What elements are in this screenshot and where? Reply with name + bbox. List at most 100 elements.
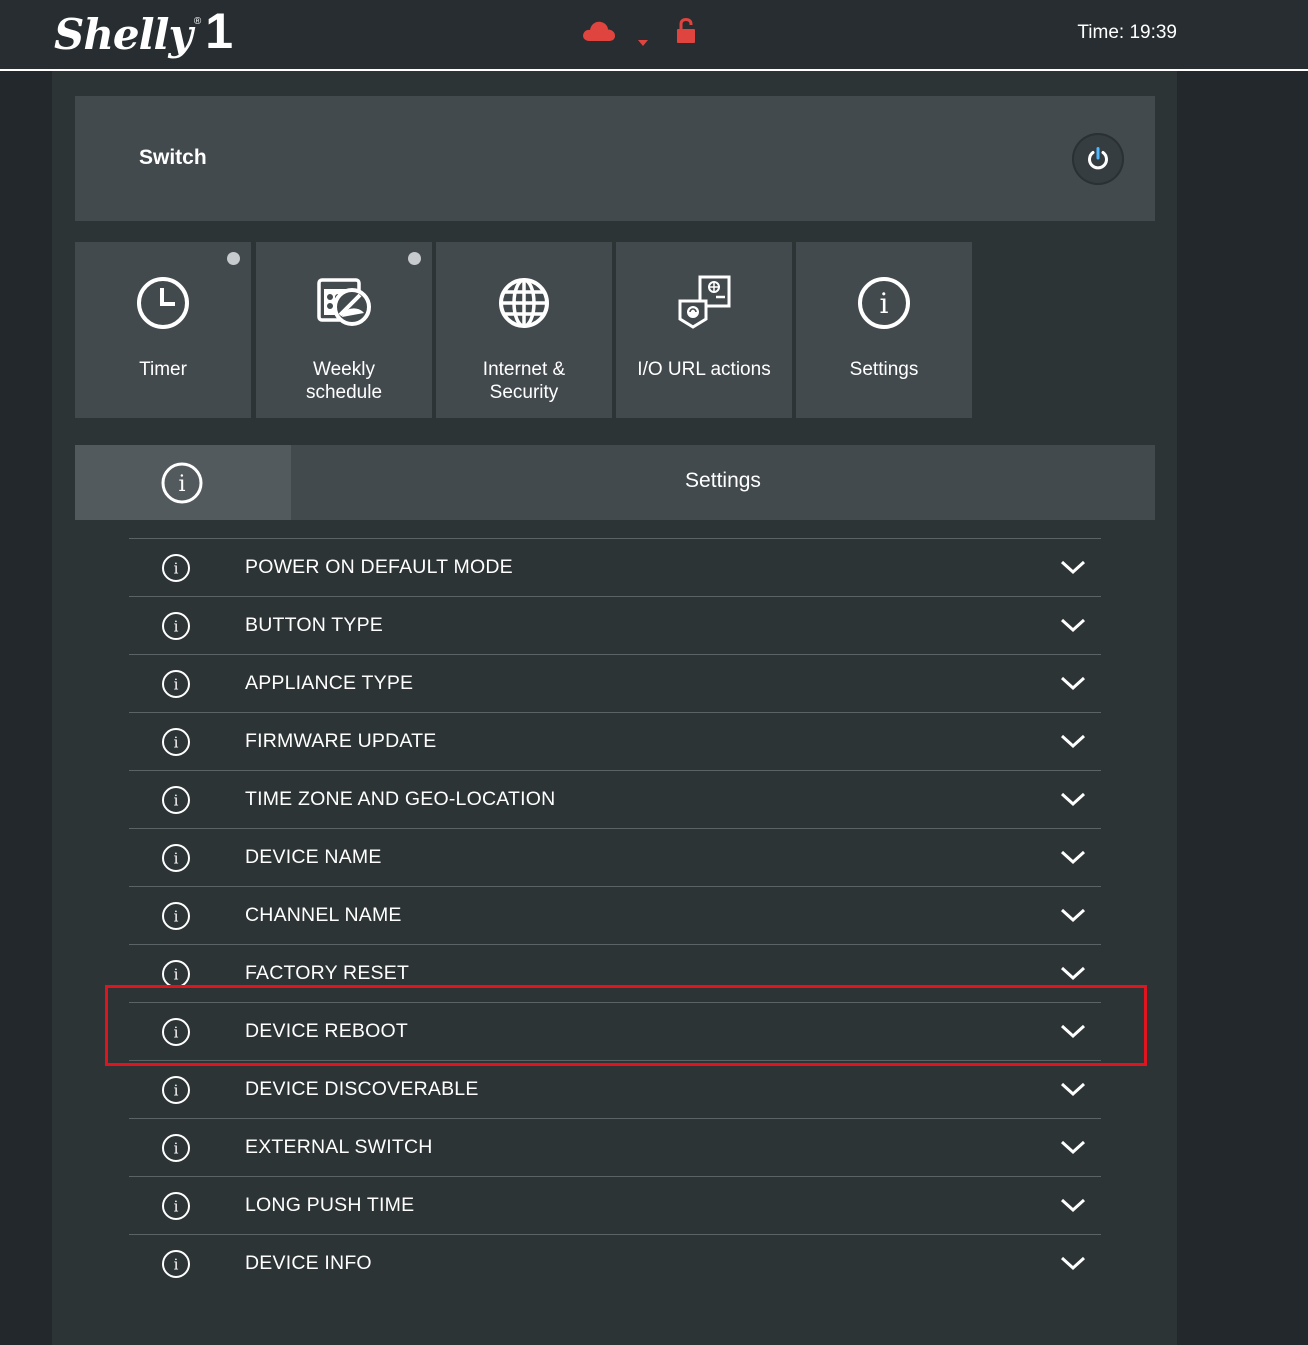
settings-row-label: TIME ZONE AND GEO-LOCATION bbox=[245, 788, 556, 810]
chevron-down-icon[interactable] bbox=[1060, 849, 1086, 870]
clock-icon bbox=[137, 277, 189, 329]
unlock-icon bbox=[676, 17, 696, 49]
settings-row-external-switch[interactable]: i EXTERNAL SWITCH bbox=[129, 1118, 1101, 1176]
svg-text:i: i bbox=[174, 966, 179, 984]
info-icon[interactable]: i bbox=[161, 669, 191, 704]
chevron-down-icon[interactable] bbox=[1060, 675, 1086, 696]
settings-row-channel-name[interactable]: i CHANNEL NAME bbox=[129, 886, 1101, 944]
tile-label: Timer bbox=[139, 359, 187, 380]
chevron-down-icon[interactable] bbox=[1060, 1023, 1086, 1044]
tile-timer[interactable]: Timer bbox=[75, 242, 251, 418]
info-icon[interactable]: i bbox=[161, 901, 191, 936]
settings-row-label: EXTERNAL SWITCH bbox=[245, 1136, 433, 1158]
chevron-down-icon[interactable] bbox=[1060, 965, 1086, 986]
chevron-down-icon[interactable] bbox=[1060, 1081, 1086, 1102]
svg-text:i: i bbox=[174, 1256, 179, 1274]
info-icon[interactable]: i bbox=[161, 1017, 191, 1052]
chevron-down-icon[interactable] bbox=[1060, 733, 1086, 754]
power-toggle-button[interactable] bbox=[1072, 133, 1124, 185]
settings-header: i Settings bbox=[75, 445, 1155, 520]
calendar-icon bbox=[317, 278, 371, 326]
settings-list: i POWER ON DEFAULT MODE i BUTTON TYPE i APPLI… bbox=[129, 538, 1101, 1292]
tile-internet-security[interactable]: Internet & Security bbox=[436, 242, 612, 418]
settings-row-label: DEVICE INFO bbox=[245, 1252, 372, 1274]
settings-row-label: FIRMWARE UPDATE bbox=[245, 730, 437, 752]
svg-text:i: i bbox=[174, 1082, 179, 1100]
globe-icon bbox=[499, 278, 549, 328]
tile-settings[interactable]: i Settings bbox=[796, 242, 972, 418]
settings-row-time-zone-and-geo-location[interactable]: i TIME ZONE AND GEO-LOCATION bbox=[129, 770, 1101, 828]
chevron-down-icon[interactable] bbox=[1060, 791, 1086, 812]
switch-card: Switch bbox=[75, 96, 1155, 221]
settings-row-label: DEVICE NAME bbox=[245, 846, 382, 868]
status-dot bbox=[408, 252, 421, 265]
info-icon[interactable]: i bbox=[161, 1249, 191, 1284]
main-panel: Switch Timer Weekly schedule Internet & … bbox=[52, 71, 1177, 1345]
settings-row-label: DEVICE DISCOVERABLE bbox=[245, 1078, 479, 1100]
info-icon: i bbox=[858, 277, 910, 329]
tile-io-url-actions[interactable]: I/O URL actions bbox=[616, 242, 792, 418]
chevron-down-icon[interactable] bbox=[1060, 1139, 1086, 1160]
settings-row-label: CHANNEL NAME bbox=[245, 904, 402, 926]
info-icon[interactable]: i bbox=[161, 785, 191, 820]
tile-label: I/O URL actions bbox=[637, 359, 771, 380]
info-icon[interactable]: i bbox=[161, 1075, 191, 1110]
settings-row-device-name[interactable]: i DEVICE NAME bbox=[129, 828, 1101, 886]
svg-text:i: i bbox=[174, 908, 179, 926]
svg-text:i: i bbox=[174, 792, 179, 810]
switch-title: Switch bbox=[139, 146, 207, 169]
settings-row-factory-reset[interactable]: i FACTORY RESET bbox=[129, 944, 1101, 1002]
svg-text:i: i bbox=[880, 287, 889, 320]
tile-label: Settings bbox=[849, 359, 919, 380]
tile-label: Internet & Security bbox=[482, 359, 566, 403]
info-icon[interactable]: i bbox=[161, 611, 191, 646]
chevron-down-icon[interactable] bbox=[1060, 1255, 1086, 1276]
svg-text:i: i bbox=[174, 1140, 179, 1158]
logo-model-number: 1 bbox=[205, 3, 234, 59]
info-icon[interactable]: i bbox=[161, 553, 191, 588]
svg-text:i: i bbox=[174, 1198, 179, 1216]
info-icon[interactable]: i bbox=[161, 1191, 191, 1226]
svg-text:i: i bbox=[174, 734, 179, 752]
chevron-down-icon[interactable] bbox=[1060, 1197, 1086, 1218]
settings-row-device-discoverable[interactable]: i DEVICE DISCOVERABLE bbox=[129, 1060, 1101, 1118]
info-icon[interactable]: i bbox=[161, 727, 191, 762]
shelly-logo: Shelly ®1 bbox=[54, 3, 234, 64]
settings-row-label: APPLIANCE TYPE bbox=[245, 672, 414, 694]
settings-row-appliance-type[interactable]: i APPLIANCE TYPE bbox=[129, 654, 1101, 712]
top-header: Shelly ®1 Time: 19:39 bbox=[0, 0, 1308, 71]
settings-row-button-type[interactable]: i BUTTON TYPE bbox=[129, 596, 1101, 654]
time-display: Time: 19:39 bbox=[1077, 22, 1177, 43]
settings-row-label: POWER ON DEFAULT MODE bbox=[245, 556, 513, 578]
cloud-icon bbox=[582, 20, 616, 47]
svg-text:i: i bbox=[174, 618, 179, 636]
logo-registered-mark: ® bbox=[193, 16, 202, 27]
settings-row-power-on-default-mode[interactable]: i POWER ON DEFAULT MODE bbox=[129, 538, 1101, 596]
settings-row-device-reboot[interactable]: i DEVICE REBOOT bbox=[129, 1002, 1101, 1060]
status-dot bbox=[227, 252, 240, 265]
svg-text:i: i bbox=[174, 1024, 179, 1042]
settings-header-icon-cell: i bbox=[75, 445, 291, 520]
logo-text: Shelly bbox=[54, 10, 193, 59]
info-icon: i bbox=[161, 462, 203, 504]
settings-header-title: Settings bbox=[685, 469, 761, 492]
svg-text:i: i bbox=[174, 850, 179, 868]
chevron-down-icon[interactable] bbox=[1060, 559, 1086, 580]
settings-row-long-push-time[interactable]: i LONG PUSH TIME bbox=[129, 1176, 1101, 1234]
info-icon[interactable]: i bbox=[161, 843, 191, 878]
info-icon[interactable]: i bbox=[161, 1133, 191, 1168]
wifi-icon bbox=[638, 34, 648, 52]
url-actions-icon bbox=[678, 275, 731, 329]
settings-row-label: FACTORY RESET bbox=[245, 962, 410, 984]
settings-row-label: BUTTON TYPE bbox=[245, 614, 384, 636]
settings-row-device-info[interactable]: i DEVICE INFO bbox=[129, 1234, 1101, 1292]
settings-row-firmware-update[interactable]: i FIRMWARE UPDATE bbox=[129, 712, 1101, 770]
info-icon[interactable]: i bbox=[161, 959, 191, 994]
svg-text:i: i bbox=[174, 560, 179, 578]
chevron-down-icon[interactable] bbox=[1060, 907, 1086, 928]
tile-label: Weekly schedule bbox=[305, 359, 383, 403]
svg-text:i: i bbox=[174, 676, 179, 694]
tile-weekly-schedule[interactable]: Weekly schedule bbox=[256, 242, 432, 418]
chevron-down-icon[interactable] bbox=[1060, 617, 1086, 638]
svg-text:i: i bbox=[178, 472, 185, 497]
